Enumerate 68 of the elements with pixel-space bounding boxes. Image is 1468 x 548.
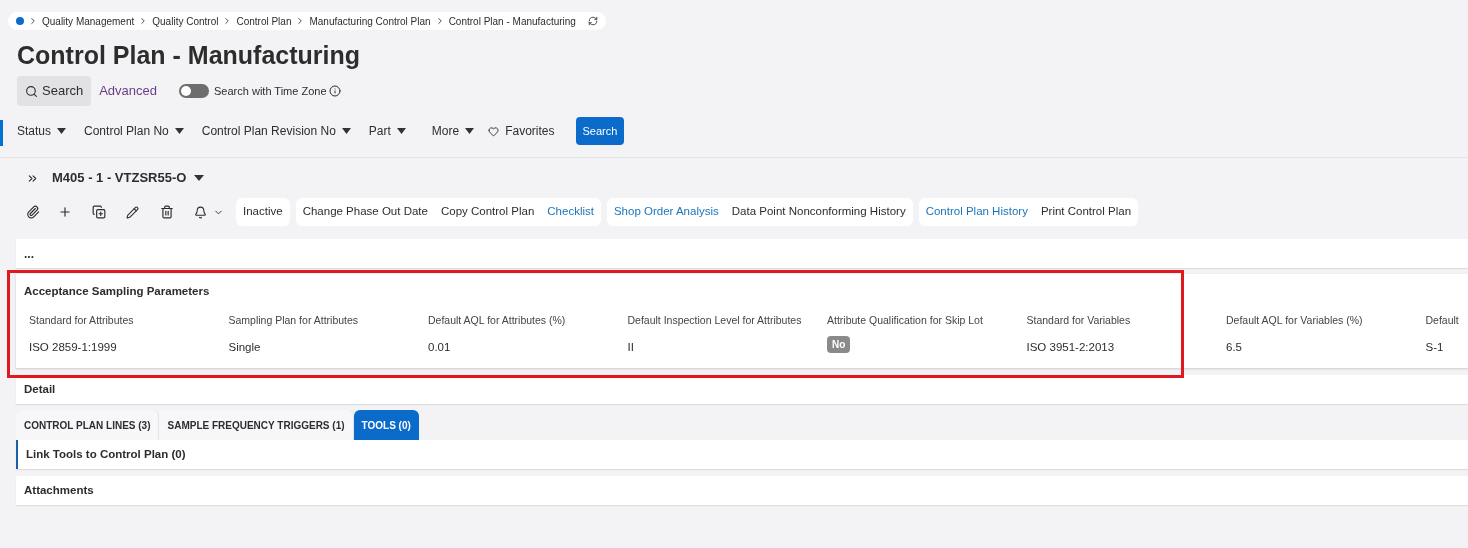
search-button[interactable]: Search bbox=[575, 117, 625, 145]
tools-panel[interactable]: Link Tools to Control Plan (0) bbox=[16, 440, 1468, 469]
breadcrumb-link[interactable]: Control Plan - Manufacturing bbox=[448, 13, 576, 29]
home-icon bbox=[16, 17, 24, 25]
delete-icon[interactable] bbox=[160, 205, 174, 219]
info-icon[interactable] bbox=[328, 85, 341, 97]
action-button[interactable]: Change Phase Out Date bbox=[302, 203, 428, 221]
field-label: Default AQL for Variables (%) bbox=[1226, 313, 1364, 329]
filter-dropdown[interactable]: Part bbox=[368, 122, 406, 140]
edit-icon[interactable] bbox=[126, 205, 139, 219]
refresh-icon[interactable] bbox=[587, 16, 598, 26]
bell-icon[interactable] bbox=[194, 205, 207, 219]
toggle-switch[interactable] bbox=[179, 84, 210, 98]
caret-icon bbox=[174, 128, 184, 134]
action-button[interactable]: Inactive bbox=[243, 203, 283, 221]
section-title: Acceptance Sampling Parameters bbox=[24, 284, 211, 299]
field-value: 6.5 bbox=[1226, 340, 1243, 355]
field-label: Standard for Attributes bbox=[29, 313, 135, 329]
field-label: Sampling Plan for Attributes bbox=[228, 313, 360, 329]
tab[interactable]: SAMPLE FREQUENCY TRIGGERS (1) bbox=[159, 410, 354, 440]
page-title: Control Plan - Manufacturing bbox=[17, 40, 362, 71]
field-value: S-1 bbox=[1425, 340, 1445, 355]
breadcrumb-link[interactable]: Quality Control bbox=[152, 13, 219, 29]
paperclip-icon[interactable] bbox=[26, 205, 40, 219]
value-badge: No bbox=[827, 336, 851, 353]
field-label: Attribute Qualification for Skip Lot bbox=[827, 313, 984, 329]
heart-icon bbox=[488, 125, 500, 137]
tab[interactable]: TOOLS (0) bbox=[353, 410, 419, 440]
chevron-icon bbox=[28, 16, 38, 26]
action-button[interactable]: Print Control Plan bbox=[1040, 203, 1132, 221]
field-label: Default Inspection Level for Attributes bbox=[627, 313, 803, 329]
advanced-tab[interactable]: Advanced bbox=[99, 81, 158, 101]
filter-dropdown[interactable]: Control Plan No bbox=[84, 122, 184, 140]
action-button[interactable]: Data Point Nonconforming History bbox=[731, 203, 906, 221]
breadcrumb-link[interactable]: Control Plan bbox=[236, 13, 292, 29]
caret-icon bbox=[341, 128, 351, 134]
duplicate-icon[interactable] bbox=[92, 205, 106, 219]
collapsed-panel[interactable]: ... bbox=[16, 239, 1468, 268]
caret-icon[interactable] bbox=[194, 175, 205, 181]
field-label: Default AQL for Attributes (%) bbox=[428, 313, 567, 329]
attachments-panel[interactable]: Attachments bbox=[16, 476, 1468, 505]
search-icon bbox=[25, 84, 38, 98]
nav-indicator bbox=[0, 120, 3, 146]
record-title: M405 - 1 - VTZSR55-O bbox=[52, 169, 187, 188]
action-link[interactable]: Shop Order Analysis bbox=[613, 203, 719, 221]
action-link[interactable]: Checklist bbox=[547, 203, 594, 221]
filter-dropdown[interactable]: Status bbox=[17, 122, 67, 140]
field-value: Single bbox=[228, 340, 262, 355]
tab[interactable]: CONTROL PLAN LINES (3) bbox=[16, 410, 160, 440]
field-value: ISO 2859-1:1999 bbox=[29, 340, 118, 355]
filter-dropdown[interactable]: Control Plan Revision No bbox=[201, 122, 351, 140]
caret-icon bbox=[57, 128, 67, 134]
add-icon[interactable] bbox=[58, 205, 72, 219]
breadcrumb-link[interactable]: Quality Management bbox=[42, 13, 135, 29]
caret-icon bbox=[396, 128, 406, 134]
filter-dropdown[interactable]: More bbox=[431, 122, 475, 140]
favorites-button[interactable]: Favorites bbox=[488, 122, 555, 140]
search-tab[interactable]: Search bbox=[17, 76, 92, 106]
action-link[interactable]: Control Plan History bbox=[925, 203, 1028, 221]
field-label: Default bbox=[1425, 313, 1460, 329]
field-label: Standard for Variables bbox=[1026, 313, 1132, 329]
toggle-label: Search with Time Zone bbox=[214, 83, 327, 99]
field-value: 0.01 bbox=[428, 340, 452, 355]
action-button[interactable]: Copy Control Plan bbox=[440, 203, 535, 221]
field-value: ISO 3951-2:2013 bbox=[1026, 340, 1116, 355]
field-value: II bbox=[627, 340, 635, 355]
caret-icon bbox=[465, 128, 475, 134]
breadcrumb-link[interactable]: Manufacturing Control Plan bbox=[309, 13, 431, 29]
